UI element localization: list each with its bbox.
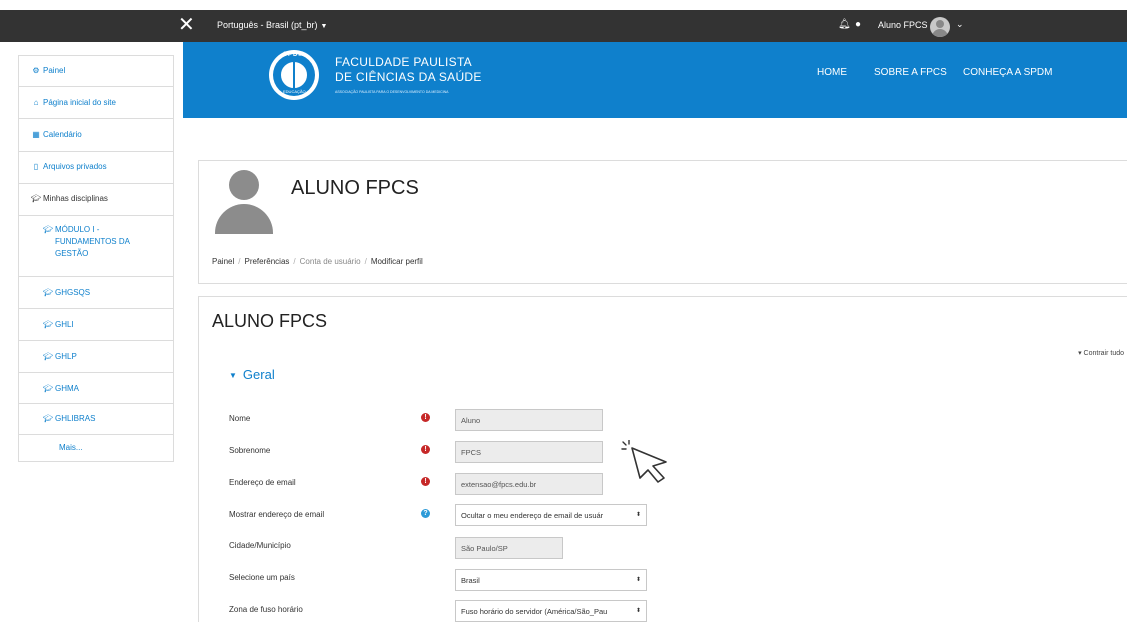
sidebar-item-painel[interactable]: ⚙ Painel xyxy=(19,56,173,87)
label-email: Endereço de email xyxy=(229,478,296,487)
label-city: Cidade/Município xyxy=(229,541,291,550)
graduation-cap-icon: 🎓︎ xyxy=(42,225,54,234)
sidebar-item-modulo-i[interactable]: 🎓︎ MÓDULO I - FUNDAMENTOS DA GESTÃO xyxy=(19,216,173,277)
sidebar-item-my-courses[interactable]: 🎓︎ Minhas disciplinas xyxy=(19,184,173,216)
chevron-down-icon[interactable]: ⌄ xyxy=(956,19,964,30)
section-geral-toggle[interactable]: ▼ Geral xyxy=(229,367,275,382)
sidebar-item-ghlp[interactable]: 🎓︎ GHLP xyxy=(19,341,173,373)
page-title: ALUNO FPCS xyxy=(291,177,419,199)
site-name-line2: DE CIÊNCIAS DA SAÚDE xyxy=(335,70,482,84)
country-select[interactable]: Brasil ⬍ xyxy=(455,569,647,591)
last-name-input[interactable] xyxy=(455,441,603,463)
breadcrumb: Painel / Preferências / Conta de usuário / Mod… xyxy=(212,257,423,266)
sidebar-item-ghma[interactable]: 🎓︎ GHMA xyxy=(19,373,173,404)
profile-header: ALUNO FPCS Painel / Preferências / Conta de … xyxy=(198,160,1127,284)
graduation-cap-icon: 🎓︎ xyxy=(42,352,54,361)
required-icon: ! xyxy=(421,477,430,486)
city-input[interactable] xyxy=(455,537,563,559)
dashboard-icon: ⚙ xyxy=(32,66,40,75)
file-icon: ▯ xyxy=(33,162,39,171)
bell-icon[interactable]: 🔔︎ xyxy=(838,19,851,30)
select-arrow-icon: ⬍ xyxy=(635,608,641,614)
language-menu[interactable]: Português - Brasil (pt_br) ▼ xyxy=(217,20,327,30)
calendar-icon: ▦ xyxy=(32,130,40,139)
label-nome: Nome xyxy=(229,414,251,423)
chat-icon[interactable]: ● xyxy=(855,19,861,30)
label-country: Selecione um país xyxy=(229,573,295,582)
help-icon[interactable]: ? xyxy=(421,509,430,518)
graduation-cap-icon: 🎓︎ xyxy=(42,320,54,329)
nav-sobre-fpcs[interactable]: SOBRE A FPCS xyxy=(874,67,947,78)
sidebar-item-home[interactable]: ⌂ Página inicial do site xyxy=(19,87,173,119)
avatar xyxy=(215,170,273,234)
sidebar-item-private-files[interactable]: ▯ Arquivos privados xyxy=(19,152,173,184)
graduation-cap-icon: 🎓︎ xyxy=(42,288,54,297)
label-sobrenome: Sobrenome xyxy=(229,446,271,455)
breadcrumb-preferencias[interactable]: Preferências xyxy=(244,257,289,266)
graduation-cap-icon: 🎓︎ xyxy=(42,414,54,423)
breadcrumb-conta: Conta de usuário xyxy=(299,257,361,266)
sidebar-item-ghlibras[interactable]: 🎓︎ GHLIBRAS xyxy=(19,404,173,435)
select-arrow-icon: ⬍ xyxy=(635,577,641,583)
sidebar-item-ghgsqs[interactable]: 🎓︎ GHGSQS xyxy=(19,277,173,309)
label-timezone: Zona de fuso horário xyxy=(229,605,303,614)
form-title: ALUNO FPCS xyxy=(212,311,328,331)
chevron-down-icon: ▼ xyxy=(320,23,328,30)
collapse-all-link[interactable]: ▾ Contrair tudo xyxy=(1078,349,1124,357)
nav-home[interactable]: HOME xyxy=(817,67,847,78)
home-icon: ⌂ xyxy=(33,98,39,107)
mouse-cursor-icon xyxy=(621,440,667,483)
timezone-select[interactable]: Fuso horário do servidor (América/São_Pa… xyxy=(455,600,647,622)
required-icon: ! xyxy=(421,445,430,454)
breadcrumb-modificar-perfil[interactable]: Modificar perfil xyxy=(371,257,423,266)
required-icon: ! xyxy=(421,413,430,422)
show-email-select[interactable]: Ocultar o meu endereço de email de usuár… xyxy=(455,504,647,526)
site-header: SPDM EDUCAÇÃO FACULDADE PAULISTA DE CIÊN… xyxy=(183,42,1127,118)
language-label: Português - Brasil (pt_br) xyxy=(217,20,318,30)
sidebar-item-calendar[interactable]: ▦ Calendário xyxy=(19,119,173,152)
sidebar-item-ghli[interactable]: 🎓︎ GHLI xyxy=(19,309,173,341)
nav-conheca-spdm[interactable]: CONHEÇA A SPDM xyxy=(963,67,1052,78)
sidebar-item-more[interactable]: Mais... xyxy=(19,435,173,461)
user-menu-name[interactable]: Aluno FPCS xyxy=(878,20,928,30)
caret-down-icon: ▼ xyxy=(229,371,237,381)
breadcrumb-painel[interactable]: Painel xyxy=(212,257,234,266)
sidebar: ⚙ Painel ⌂ Página inicial do site ▦ Calendá… xyxy=(18,55,174,462)
label-show-email: Mostrar endereço de email xyxy=(229,510,325,519)
spdm-logo[interactable]: SPDM EDUCAÇÃO xyxy=(269,50,319,100)
avatar[interactable] xyxy=(930,17,950,37)
first-name-input[interactable] xyxy=(455,409,603,431)
graduation-cap-icon: 🎓︎ xyxy=(42,384,54,393)
select-arrow-icon: ⬍ xyxy=(635,512,641,518)
close-icon[interactable]: ✕ xyxy=(178,14,195,36)
email-input[interactable] xyxy=(455,473,603,495)
site-tagline: ASSOCIAÇÃO PAULISTA PARA O DESENVOLVIMEN… xyxy=(335,90,449,94)
site-name-line1: FACULDADE PAULISTA xyxy=(335,55,472,69)
top-navbar: ✕ Português - Brasil (pt_br) ▼ 🔔︎ ● Aluno… xyxy=(0,10,1127,42)
graduation-cap-icon: 🎓︎ xyxy=(30,194,42,203)
